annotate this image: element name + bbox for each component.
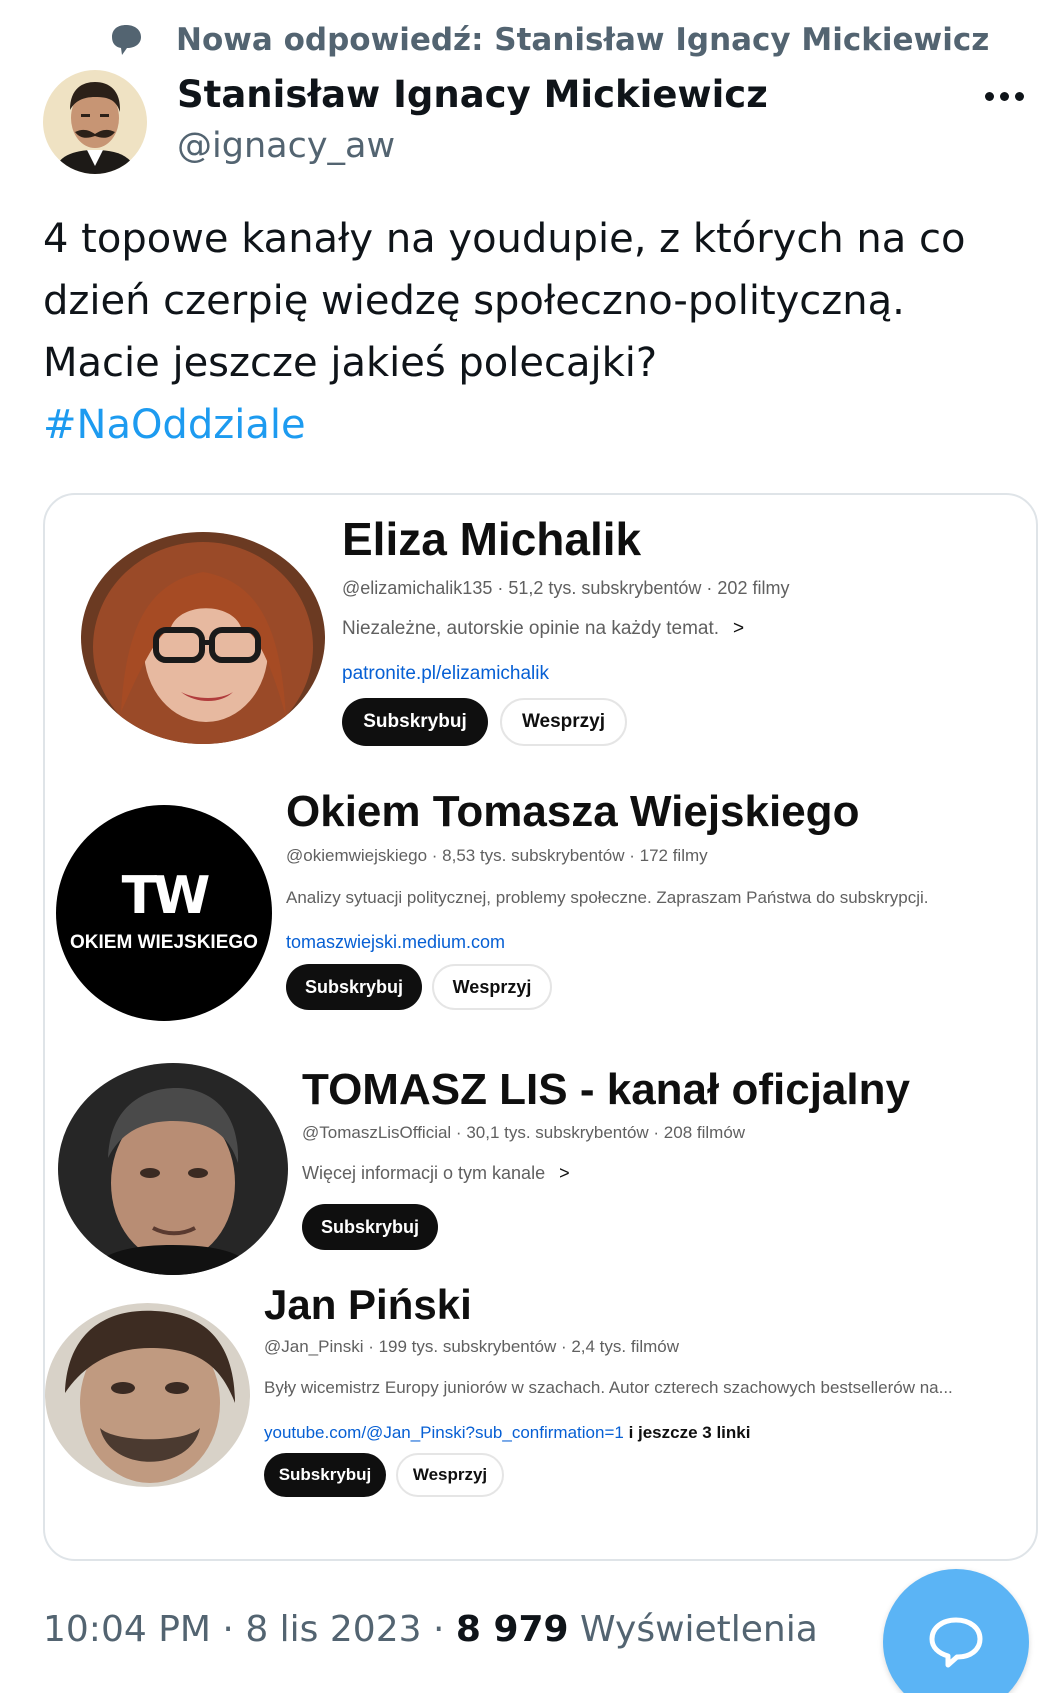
channel-card: Jan Piński @Jan_Pinski · 199 tys. subskr… — [45, 1281, 1036, 1559]
speech-bubble-icon — [112, 25, 141, 55]
author-handle[interactable]: @ignacy_aw — [177, 122, 395, 170]
channel-name: Okiem Tomasza Wiejskiego — [286, 787, 860, 836]
author-name[interactable]: Stanisław Ignacy Mickiewicz — [177, 70, 768, 120]
tweet-text: 4 topowe kanały na youdupie, z których n… — [43, 208, 1023, 456]
channel-meta: @elizamichalik135 · 51,2 tys. subskryben… — [342, 578, 790, 598]
tweet-line: dzień czerpię wiedzę społeczno-polityczn… — [43, 278, 905, 324]
subscribe-button[interactable]: Subskrybuj — [302, 1204, 438, 1250]
channel-avatar: TW OKIEM WIEJSKIEGO — [56, 805, 272, 1021]
tweet-media-image[interactable]: Eliza Michalik @elizamichalik135 · 51,2 … — [43, 493, 1038, 1561]
tweet-date[interactable]: 8 lis 2023 — [245, 1609, 421, 1650]
support-button[interactable]: Wesprzyj — [432, 964, 552, 1010]
tweet-time[interactable]: 10:04 PM — [43, 1609, 211, 1650]
channel-description: Analizy sytuacji politycznej, problemy s… — [286, 888, 929, 907]
channel-name: TOMASZ LIS - kanał oficjalny — [302, 1065, 910, 1114]
channel-logo-big: TW — [121, 866, 211, 926]
channel-description[interactable]: Więcej informacji o tym kanale > — [302, 1161, 570, 1185]
channel-description[interactable]: Niezależne, autorskie opinie na każdy te… — [342, 616, 744, 642]
reply-bubble-icon — [929, 1617, 983, 1668]
channel-description-text: Niezależne, autorskie opinie na każdy te… — [342, 618, 720, 639]
channel-avatar — [81, 532, 325, 744]
channel-description: Były wicemistrz Europy juniorów w szacha… — [264, 1378, 953, 1397]
reply-context-text: Nowa odpowiedź: Stanisław Ignacy Mickiew… — [176, 22, 990, 58]
chevron-right-icon: > — [733, 618, 745, 639]
channel-card: TW OKIEM WIEJSKIEGO Okiem Tomasza Wiejsk… — [45, 775, 1036, 1055]
channel-name: Jan Piński — [264, 1281, 472, 1328]
dot-icon — [1014, 91, 1024, 101]
separator-dot: · — [432, 1609, 445, 1650]
channel-name: Eliza Michalik — [342, 513, 642, 565]
views-label: Wyświetlenia — [580, 1609, 818, 1650]
channel-logo-small: OKIEM WIEJSKIEGO — [70, 932, 258, 953]
separator-dot: · — [222, 1609, 234, 1650]
support-button[interactable]: Wesprzyj — [396, 1453, 504, 1497]
subscribe-button[interactable]: Subskrybuj — [342, 698, 488, 746]
author-avatar[interactable] — [43, 70, 147, 174]
channel-avatar — [45, 1303, 250, 1487]
tweet-line: Macie jeszcze jakieś polecajki? — [43, 340, 658, 386]
channel-card: Eliza Michalik @elizamichalik135 · 51,2 … — [45, 495, 1036, 775]
tweet-timestamp-row: 10:04 PM · 8 lis 2023 · 8 979 Wyświetlen… — [43, 1605, 818, 1655]
tweet-line: 4 topowe kanały na youdupie, z których n… — [43, 216, 966, 262]
channel-avatar — [58, 1063, 288, 1275]
views-count: 8 979 — [455, 1609, 569, 1650]
channel-link-url[interactable]: youtube.com/@Jan_Pinski?sub_confirmation… — [264, 1423, 624, 1442]
subscribe-button[interactable]: Subskrybuj — [286, 964, 422, 1010]
channel-card: TOMASZ LIS - kanał oficjalny @TomaszLisO… — [45, 1055, 1036, 1285]
channel-meta: @TomaszLisOfficial · 30,1 tys. subskrybe… — [302, 1123, 746, 1142]
channel-meta: @okiemwiejskiego · 8,53 tys. subskrybent… — [286, 846, 708, 865]
dot-icon — [984, 91, 994, 101]
chevron-right-icon: > — [559, 1163, 570, 1183]
hashtag-link[interactable]: #NaOddziale — [43, 394, 1023, 456]
support-button[interactable]: Wesprzyj — [500, 698, 627, 746]
channel-link[interactable]: tomaszwiejski.medium.com — [286, 930, 505, 954]
more-links-text[interactable]: i jeszcze 3 linki — [629, 1423, 751, 1442]
channel-link[interactable]: youtube.com/@Jan_Pinski?sub_confirmation… — [264, 1421, 750, 1445]
channel-link[interactable]: patronite.pl/elizamichalik — [342, 661, 549, 687]
reply-fab-button[interactable] — [883, 1569, 1029, 1693]
subscribe-button[interactable]: Subskrybuj — [264, 1453, 386, 1497]
more-options-button[interactable] — [976, 76, 1032, 116]
channel-meta: @Jan_Pinski · 199 tys. subskrybentów · 2… — [264, 1337, 680, 1356]
dot-icon — [999, 91, 1009, 101]
channel-description-text: Więcej informacji o tym kanale — [302, 1163, 546, 1183]
